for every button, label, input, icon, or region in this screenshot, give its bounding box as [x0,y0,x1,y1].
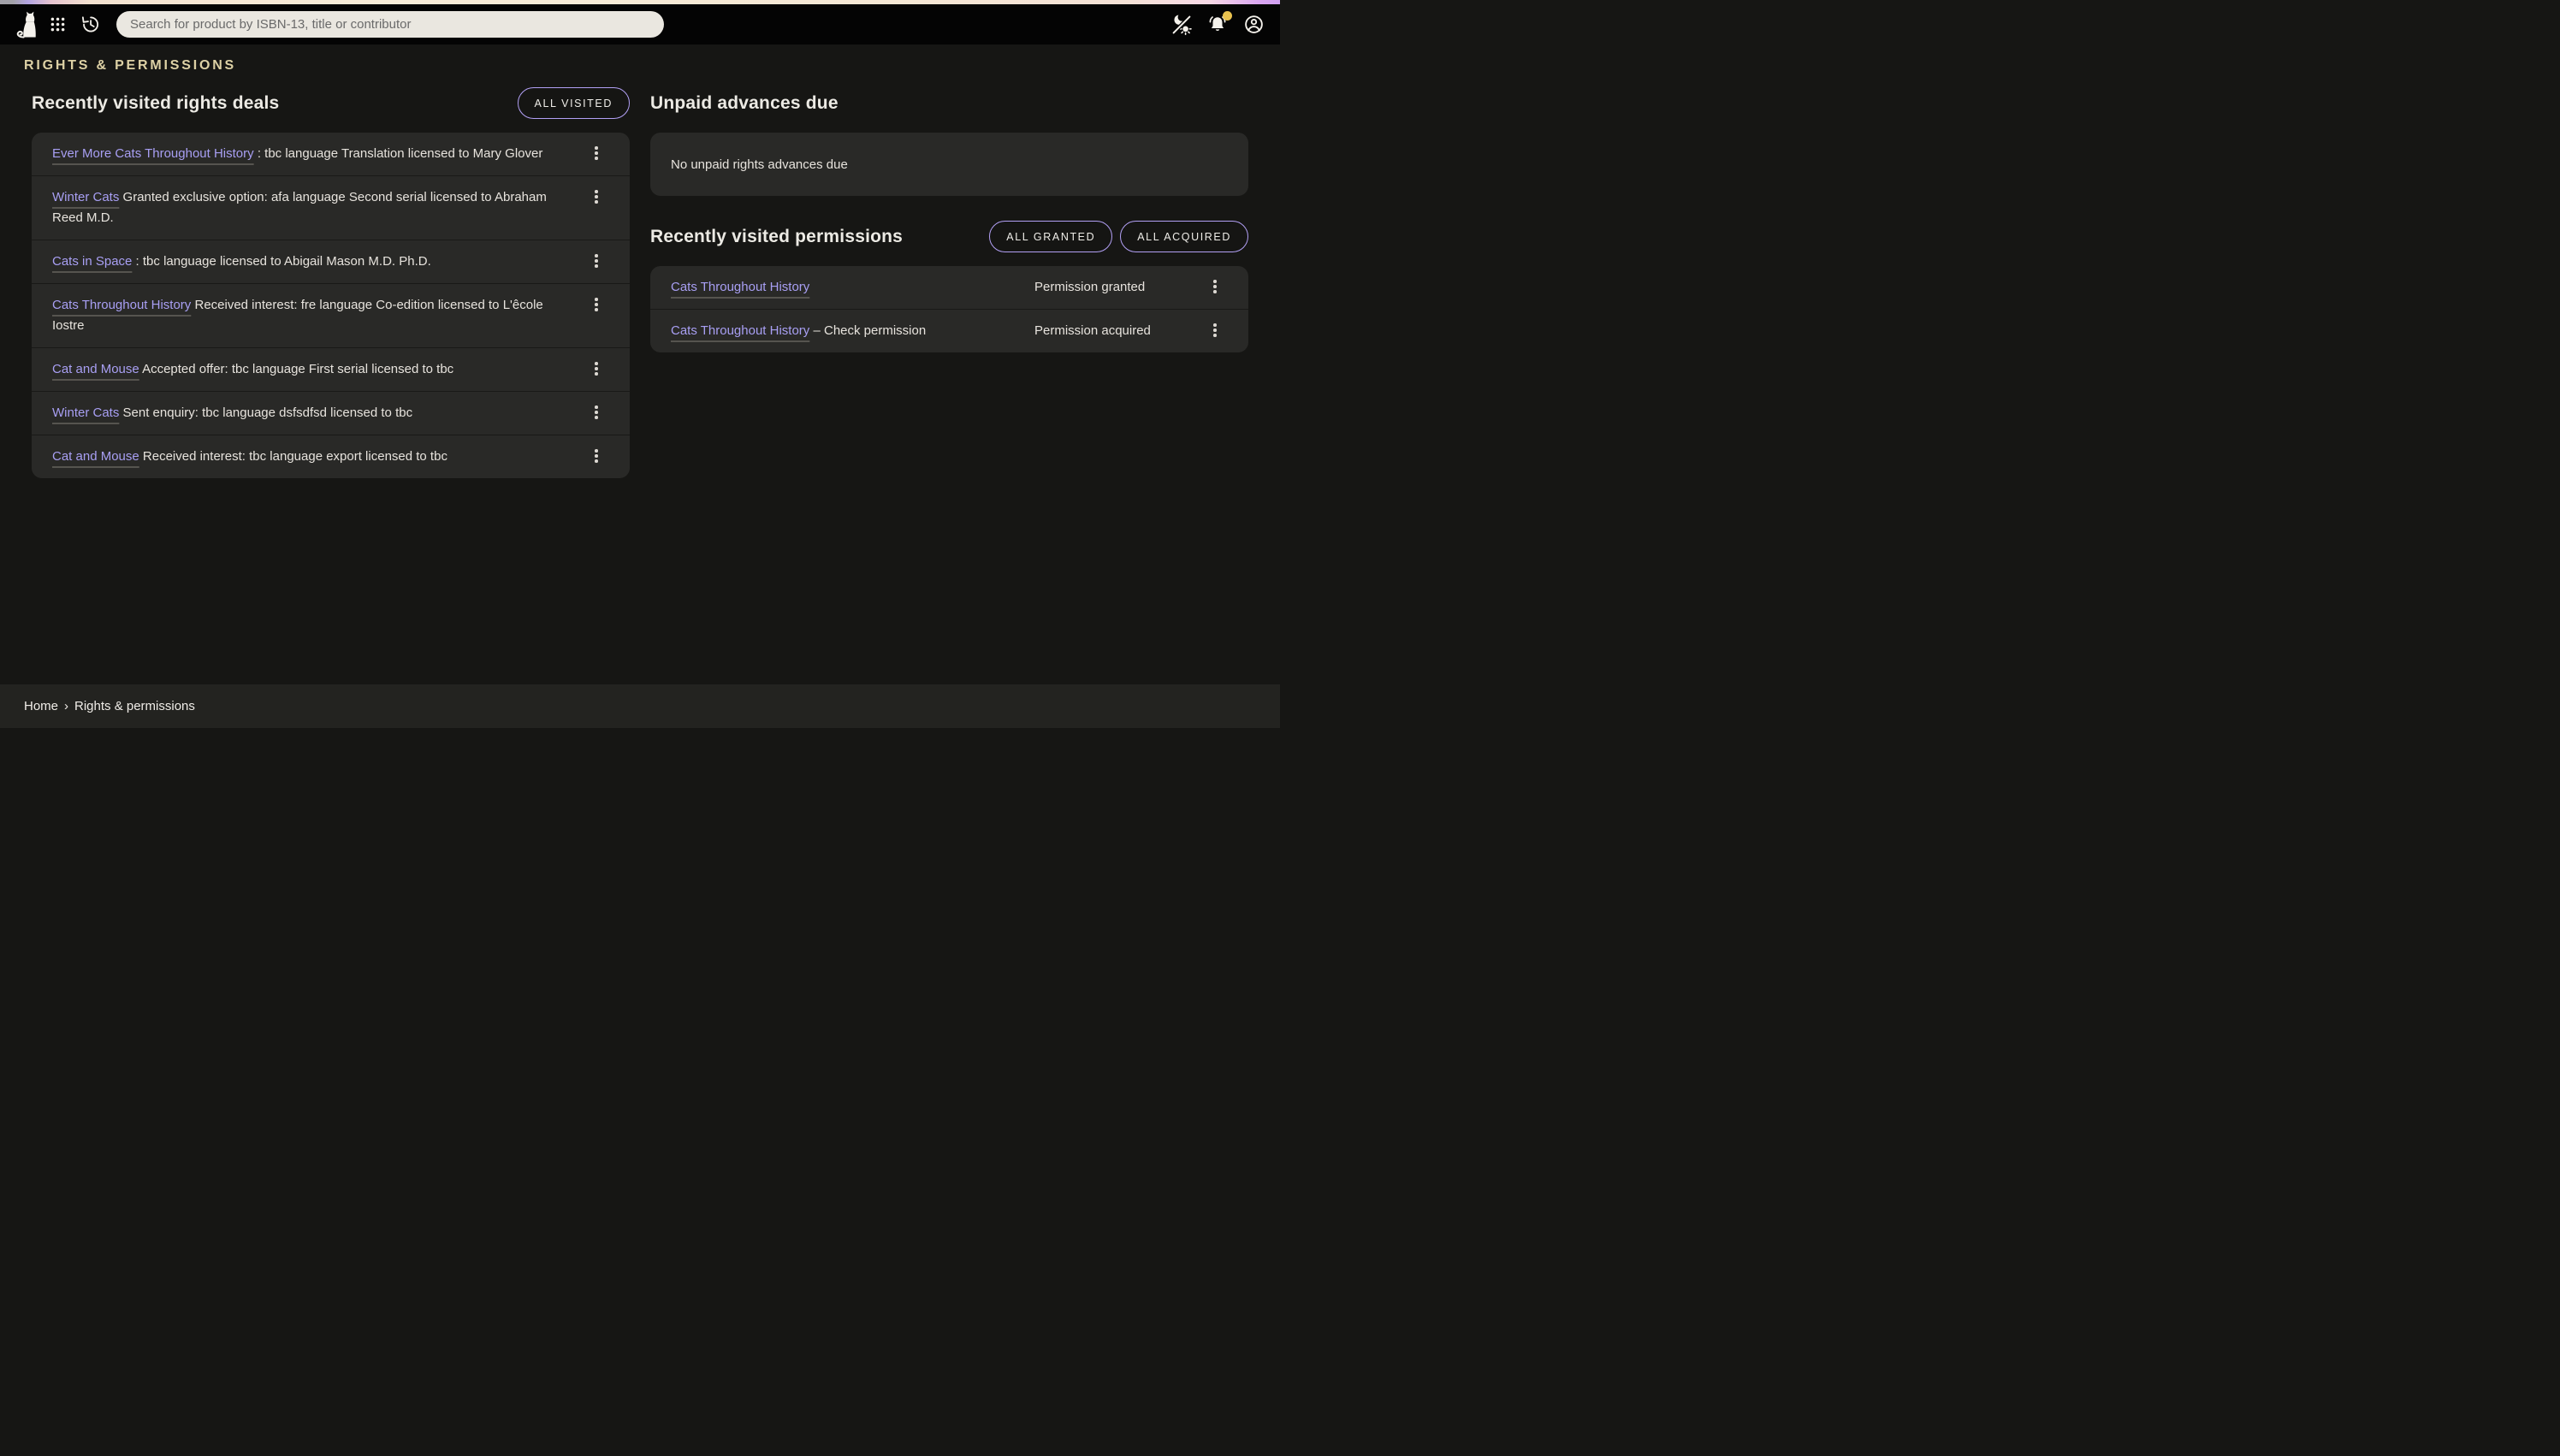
all-visited-button[interactable]: ALL VISITED [518,87,630,119]
breadcrumb-home-link[interactable]: Home [24,699,58,713]
deal-link[interactable]: Cats in Space [52,254,132,269]
grid-apps-icon [49,15,67,33]
notifications-button[interactable] [1201,9,1234,41]
deal-link[interactable]: Ever More Cats Throughout History [52,146,254,161]
theme-toggle-moon-sun-slash-icon [1171,15,1192,35]
notification-badge [1223,11,1232,21]
advances-heading: Unpaid advances due [650,93,839,114]
deal-row: Cat and Mouse Received interest: tbc lan… [32,435,630,478]
permission-status: Permission granted [1034,277,1188,298]
app-window: RIGHTS & PERMISSIONS Recently visited ri… [0,0,1280,728]
deal-row: Winter Cats Sent enquiry: tbc language d… [32,392,630,435]
permission-link[interactable]: Cats Throughout History [671,323,809,338]
history-button[interactable] [74,9,106,41]
breadcrumb-separator: › [64,699,68,713]
deals-card: Ever More Cats Throughout History : tbc … [32,133,630,478]
page-title: RIGHTS & PERMISSIONS [24,58,1248,74]
permission-link[interactable]: Cats Throughout History [671,280,809,294]
apps-menu-button[interactable] [41,9,74,41]
deal-desc: Received interest: tbc language export l… [139,449,447,464]
advances-card: No unpaid rights advances due [650,133,1248,196]
history-clock-icon [80,15,100,34]
breadcrumb: Home › Rights & permissions [0,684,1280,728]
deal-row: Cats in Space : tbc language licensed to… [32,240,630,284]
kebab-menu-button[interactable] [585,445,607,467]
deals-heading: Recently visited rights deals [32,93,279,114]
deal-desc: : tbc language licensed to Abigail Mason… [132,254,430,269]
deal-desc: Sent enquiry: tbc language dsfsdfsd lice… [119,405,412,420]
permission-row: Cats Throughout History – Check permissi… [650,310,1248,352]
deal-desc: : tbc language Translation licensed to M… [254,146,543,161]
all-granted-button[interactable]: ALL GRANTED [989,221,1112,252]
cat-logo[interactable] [9,9,41,41]
account-button[interactable] [1237,9,1270,41]
deal-desc: Accepted offer: tbc language First seria… [139,362,453,376]
permission-row: Cats Throughout History Permission grant… [650,266,1248,310]
deal-link[interactable]: Cat and Mouse [52,449,139,464]
kebab-menu-button[interactable] [585,401,607,423]
kebab-menu-button[interactable] [585,186,607,208]
topbar [0,4,1280,44]
deal-desc: Granted exclusive option: afa language S… [52,190,547,225]
permission-status: Permission acquired [1034,321,1188,341]
permissions-card: Cats Throughout History Permission grant… [650,266,1248,352]
search-input[interactable] [116,11,664,38]
deal-row: Cats Throughout History Received interes… [32,284,630,348]
deal-link[interactable]: Winter Cats [52,405,119,420]
kebab-menu-button[interactable] [585,358,607,380]
all-acquired-button[interactable]: ALL ACQUIRED [1120,221,1248,252]
breadcrumb-current: Rights & permissions [74,699,195,713]
theme-toggle-button[interactable] [1165,9,1198,41]
deal-row: Winter Cats Granted exclusive option: af… [32,176,630,240]
kebab-menu-button[interactable] [1204,275,1226,298]
kebab-menu-button[interactable] [585,142,607,164]
permission-suffix: – Check permission [809,323,926,338]
deal-link[interactable]: Winter Cats [52,190,119,204]
kebab-menu-button[interactable] [585,293,607,316]
cat-icon [14,10,37,38]
deal-link[interactable]: Cat and Mouse [52,362,139,376]
deal-row: Ever More Cats Throughout History : tbc … [32,133,630,176]
main-content: RIGHTS & PERMISSIONS Recently visited ri… [0,58,1280,478]
advances-empty-message: No unpaid rights advances due [671,157,848,172]
deals-section: Recently visited rights deals ALL VISITE… [32,74,630,478]
kebab-menu-button[interactable] [1204,319,1226,341]
kebab-menu-button[interactable] [585,250,607,272]
topbar-right [1165,9,1270,41]
permissions-heading: Recently visited permissions [650,227,903,247]
account-circle-icon [1243,14,1265,35]
deal-row: Cat and Mouse Accepted offer: tbc langua… [32,348,630,392]
right-column: Unpaid advances due No unpaid rights adv… [650,74,1248,478]
deal-link[interactable]: Cats Throughout History [52,298,191,312]
